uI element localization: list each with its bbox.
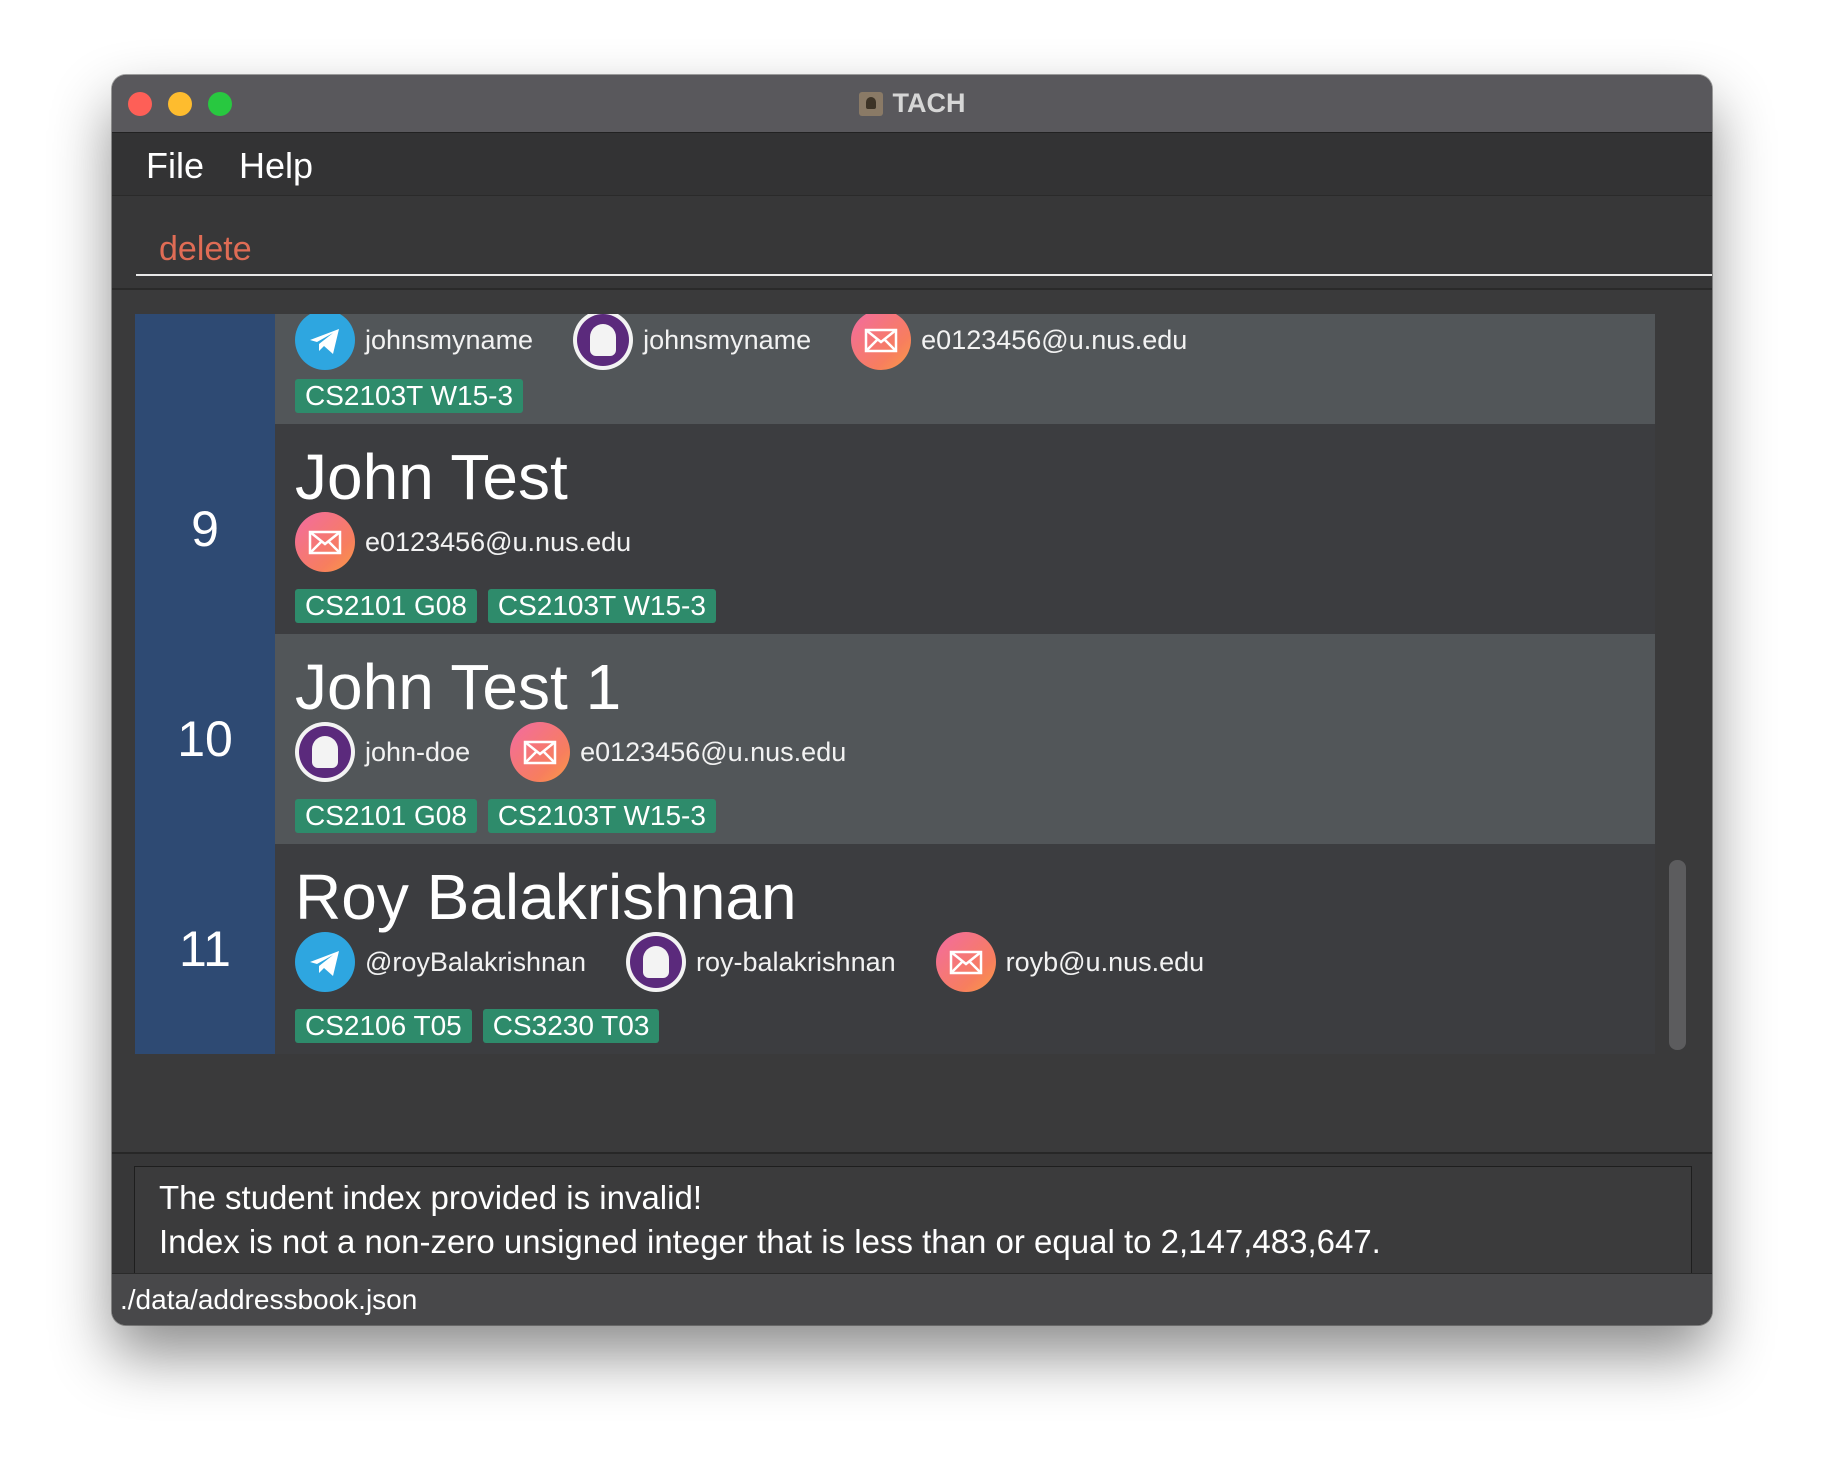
data-file-path: ./data/addressbook.json	[120, 1284, 418, 1315]
github-handle: roy-balakrishnan	[696, 946, 896, 977]
tag-list: CS2103T W15-3	[295, 379, 534, 413]
menu-bar: File Help	[112, 133, 1712, 196]
menu-help[interactable]: Help	[239, 145, 313, 187]
telegram-handle: @royBalakrishnan	[365, 946, 587, 977]
tag: CS3230 T03	[482, 1009, 660, 1043]
telegram-handle: johnsmyname	[365, 324, 534, 355]
github-contact[interactable]: johnsmyname	[573, 314, 811, 370]
student-name: John Test	[295, 441, 568, 513]
email-icon	[935, 932, 996, 992]
list-scrollbar[interactable]	[1669, 860, 1686, 1050]
email-address: royb@u.nus.edu	[1005, 946, 1205, 977]
github-contact[interactable]: john-doe	[295, 722, 470, 782]
email-icon	[510, 722, 571, 782]
menu-file[interactable]: File	[146, 145, 204, 187]
contact-row: @royBalakrishnan roy-balakrishnan royb@u…	[295, 932, 1244, 992]
email-icon	[851, 314, 912, 370]
student-index: 9	[135, 424, 275, 634]
student-card-body: johnsmyname johnsmyname e0123456@u.nus.e…	[275, 314, 1655, 424]
github-icon	[573, 314, 634, 370]
student-name: John Test 1	[295, 651, 622, 723]
github-handle: johnsmyname	[643, 324, 812, 355]
result-message-line: Index is not a non-zero unsigned integer…	[159, 1223, 1381, 1260]
student-card[interactable]: 9 John Test e0123456@u.nus.edu CS2101 G0…	[135, 424, 1655, 634]
email-contact[interactable]: e0123456@u.nus.edu	[510, 722, 846, 782]
result-message-line: The student index provided is invalid!	[159, 1179, 702, 1216]
student-name: Roy Balakrishnan	[295, 861, 797, 933]
telegram-contact[interactable]: johnsmyname	[295, 314, 533, 370]
app-window: TACH File Help 8 jo	[112, 75, 1712, 1325]
student-card-body: Roy Balakrishnan @royBalakrishnan roy-ba…	[275, 844, 1655, 1054]
window-title-group: TACH	[112, 75, 1712, 132]
command-input[interactable]	[136, 224, 1712, 276]
student-card-body: John Test 1 john-doe e0123456@u.nus.edu	[275, 634, 1655, 844]
window-title: TACH	[892, 88, 966, 118]
student-index: 8	[135, 314, 275, 424]
tag: CS2106 T05	[295, 1009, 472, 1043]
command-box	[112, 196, 1712, 290]
email-address: e0123456@u.nus.edu	[365, 526, 632, 557]
email-contact[interactable]: royb@u.nus.edu	[935, 932, 1205, 992]
contact-row: johnsmyname johnsmyname e0123456@u.nus.e…	[295, 314, 1227, 370]
title-bar: TACH	[112, 75, 1712, 133]
github-icon	[295, 722, 355, 782]
tag-list: CS2101 G08 CS2103T W15-3	[295, 589, 727, 623]
tag: CS2103T W15-3	[487, 589, 716, 623]
contact-row: john-doe e0123456@u.nus.edu	[295, 722, 886, 782]
github-handle: john-doe	[365, 736, 471, 767]
email-address: e0123456@u.nus.edu	[921, 324, 1188, 355]
tag-list: CS2101 G08 CS2103T W15-3	[295, 799, 727, 833]
tag: CS2103T W15-3	[487, 799, 716, 833]
contacts-app-icon	[858, 91, 883, 116]
email-contact[interactable]: e0123456@u.nus.edu	[295, 512, 631, 572]
student-card[interactable]: 10 John Test 1 john-doe e0123456@u.nus.e…	[135, 634, 1655, 844]
student-index: 10	[135, 634, 275, 844]
tag-list: CS2106 T05 CS3230 T03	[295, 1009, 670, 1043]
telegram-icon	[295, 932, 355, 992]
student-card[interactable]: 8 johnsmyname johnsmyname	[135, 314, 1655, 424]
status-bar: ./data/addressbook.json	[112, 1273, 1712, 1325]
email-contact[interactable]: e0123456@u.nus.edu	[851, 314, 1187, 370]
tag: CS2101 G08	[295, 589, 477, 623]
contact-row: e0123456@u.nus.edu	[295, 512, 671, 572]
student-card-body: John Test e0123456@u.nus.edu CS2101 G08 …	[275, 424, 1655, 634]
student-list[interactable]: 8 johnsmyname johnsmyname	[135, 314, 1655, 1054]
student-list-panel: 8 johnsmyname johnsmyname	[112, 290, 1712, 1154]
telegram-icon	[295, 314, 355, 370]
github-contact[interactable]: roy-balakrishnan	[626, 932, 896, 992]
telegram-contact[interactable]: @royBalakrishnan	[295, 932, 586, 992]
tag: CS2103T W15-3	[295, 379, 524, 413]
student-card[interactable]: 11 Roy Balakrishnan @royBalakrishnan roy…	[135, 844, 1655, 1054]
email-icon	[295, 512, 355, 572]
tag: CS2101 G08	[295, 799, 477, 833]
student-index: 11	[135, 844, 275, 1054]
github-icon	[626, 932, 687, 992]
email-address: e0123456@u.nus.edu	[580, 736, 847, 767]
